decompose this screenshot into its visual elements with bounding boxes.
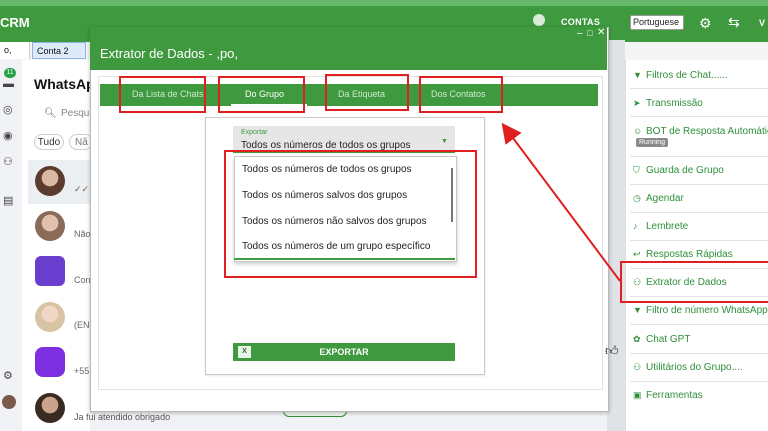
annotation-arrow [501,122,621,282]
